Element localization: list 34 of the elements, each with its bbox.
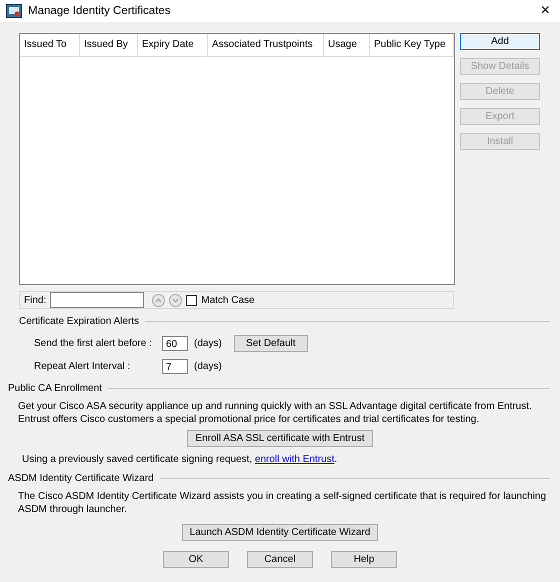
section-title: Public CA Enrollment <box>8 382 102 394</box>
find-label: Find: <box>24 294 46 306</box>
section-title: ASDM Identity Certificate Wizard <box>8 472 154 484</box>
window-title: Manage Identity Certificates <box>28 5 172 17</box>
column-header[interactable]: Associated Trustpoints <box>208 34 324 56</box>
section-title: Certificate Expiration Alerts <box>19 316 140 326</box>
first-alert-field[interactable]: 60 <box>162 336 188 350</box>
enrollment-description: Get your Cisco ASA security appliance up and running quickly with an SSL Advantage digital certificate from Entrust. Entrust offers Cisco customers a special promotional price for certificates and trial certificates for testing. <box>18 400 533 426</box>
repeat-interval-field[interactable]: 7 <box>162 358 188 374</box>
repeat-interval-label: Repeat Alert Interval : <box>34 360 132 372</box>
dialog-button[interactable]: OK <box>163 551 229 568</box>
csr-text: Using a previously saved certificate signing request, enroll with Entrust. <box>22 453 338 466</box>
match-case-label: Match Case <box>201 294 255 306</box>
dialog-button[interactable]: Cancel <box>247 551 313 568</box>
match-case-checkbox[interactable] <box>186 294 198 306</box>
column-header[interactable]: Issued To <box>20 34 80 56</box>
days-label: (days) <box>194 360 222 372</box>
column-header[interactable]: Public Key Type <box>370 34 454 56</box>
column-header[interactable]: Usage <box>324 34 370 56</box>
enroll-link[interactable]: enroll with Entrust <box>254 454 334 465</box>
certificate-icon <box>6 4 22 18</box>
enroll-button[interactable]: Enroll ASA SSL certificate with Entrust <box>187 430 373 447</box>
action-button[interactable]: Add <box>460 33 540 50</box>
close-button[interactable]: × <box>536 2 554 20</box>
set-default-button[interactable]: Set Default <box>234 334 308 352</box>
wizard-description: The Cisco ASDM Identity Certificate Wizard assists you in creating a self-signed certificate that is required for launching ASDM through launcher. <box>18 490 548 516</box>
dialog-button[interactable]: Help <box>331 551 397 568</box>
launch-wizard-button[interactable]: Launch ASDM Identity Certificate Wizard <box>182 524 378 541</box>
first-alert-label: Send the first alert before : <box>34 338 153 348</box>
previous-icon[interactable] <box>152 294 166 306</box>
days-label: (days) <box>194 338 222 348</box>
find-field[interactable] <box>50 292 144 308</box>
column-header[interactable]: Issued By <box>80 34 138 56</box>
column-header[interactable]: Expiry Date <box>138 34 208 56</box>
